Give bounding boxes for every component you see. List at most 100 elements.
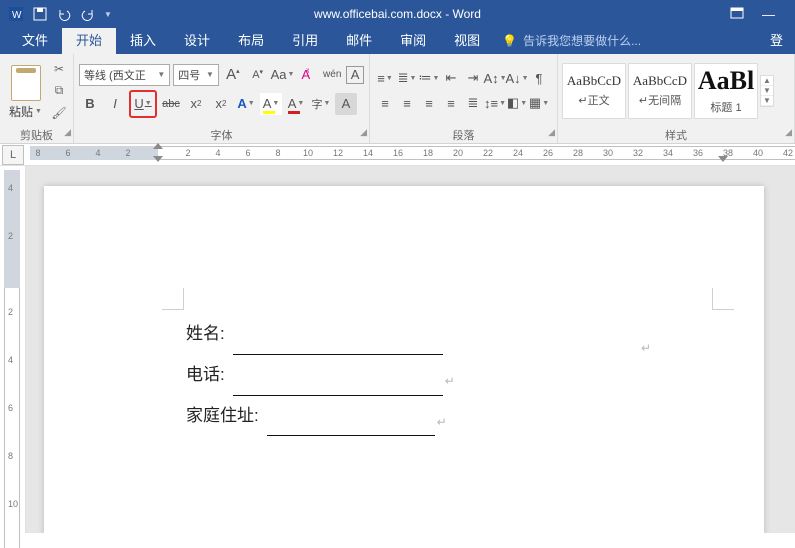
distribute-button[interactable]: ≣ bbox=[463, 93, 483, 113]
bold-button[interactable]: B bbox=[79, 93, 101, 115]
style-sample: AaBbCcD bbox=[633, 73, 687, 89]
page-viewport[interactable]: ↵ 姓名: 电话:↵ 家庭住址:↵ bbox=[26, 166, 795, 533]
underline-input[interactable] bbox=[233, 376, 443, 396]
line-spacing-button[interactable]: ↕≡▼ bbox=[485, 93, 505, 113]
tab-home[interactable]: 开始 bbox=[62, 25, 116, 54]
qat-dropdown-icon[interactable]: ▼ bbox=[104, 10, 112, 19]
tab-design[interactable]: 设计 bbox=[170, 25, 224, 54]
svg-text:W: W bbox=[12, 10, 22, 21]
window-controls: — bbox=[730, 7, 795, 22]
shrink-font-button[interactable]: A▾ bbox=[247, 64, 269, 86]
style-nospacing[interactable]: AaBbCcD ↵无间隔 bbox=[628, 63, 692, 119]
align-center-button[interactable]: ≡ bbox=[397, 93, 417, 113]
login-button[interactable]: 登 bbox=[758, 25, 795, 54]
highlight-button[interactable]: A▼ bbox=[260, 93, 282, 115]
margin-corner-tl bbox=[162, 288, 184, 310]
format-painter-icon[interactable]: 🖌 bbox=[50, 104, 68, 122]
horizontal-ruler[interactable]: 8642246810121416182022242628303234363840… bbox=[30, 144, 795, 162]
tab-references[interactable]: 引用 bbox=[278, 25, 332, 54]
clipboard-launcher-icon[interactable]: ◢ bbox=[64, 127, 71, 138]
field-row: 家庭住址:↵ bbox=[186, 396, 455, 437]
multilevel-button[interactable]: ≔▼ bbox=[419, 68, 439, 88]
superscript-button[interactable]: x2 bbox=[210, 93, 232, 115]
increase-indent-button[interactable]: ⇥ bbox=[463, 68, 483, 88]
numbering-button[interactable]: ≣▼ bbox=[397, 68, 417, 88]
tab-stop-selector[interactable]: L bbox=[2, 145, 24, 165]
word-app-icon: W bbox=[8, 6, 24, 22]
italic-button[interactable]: I bbox=[104, 93, 126, 115]
style-sample: AaBbCcD bbox=[567, 73, 621, 89]
tab-mailings[interactable]: 邮件 bbox=[332, 25, 386, 54]
show-marks-button[interactable]: ¶ bbox=[529, 68, 549, 88]
char-shading-button[interactable]: 字▼ bbox=[310, 93, 332, 115]
styles-launcher-icon[interactable]: ◢ bbox=[785, 127, 792, 138]
margin-corner-tr bbox=[712, 288, 734, 310]
group-font: 等线 (西文正▼ 四号▼ A▴ A▾ Aa▼ Aᵡ wén A B I U▼ a… bbox=[74, 54, 370, 143]
shading-button[interactable]: ◧▼ bbox=[507, 93, 527, 113]
bullets-button[interactable]: ≡▼ bbox=[375, 68, 395, 88]
field-row: 电话:↵ bbox=[186, 355, 455, 396]
tab-insert[interactable]: 插入 bbox=[116, 25, 170, 54]
sort-button[interactable]: A↓▼ bbox=[507, 68, 527, 88]
ribbon-options-icon[interactable] bbox=[730, 7, 744, 22]
field-row: 姓名: bbox=[186, 314, 455, 355]
tab-layout[interactable]: 布局 bbox=[224, 25, 278, 54]
tab-file[interactable]: 文件 bbox=[8, 25, 62, 54]
vertical-ruler[interactable]: 42246810 bbox=[0, 166, 26, 533]
paragraph-launcher-icon[interactable]: ◢ bbox=[548, 127, 555, 138]
justify-button[interactable]: ≡ bbox=[441, 93, 461, 113]
grow-font-button[interactable]: A▴ bbox=[222, 64, 244, 86]
font-size-value: 四号 bbox=[178, 67, 200, 83]
font-name-combo[interactable]: 等线 (西文正▼ bbox=[79, 64, 170, 86]
save-icon[interactable] bbox=[32, 6, 48, 22]
tab-review[interactable]: 审阅 bbox=[386, 25, 440, 54]
chevron-down-icon: ▼ bbox=[248, 100, 255, 107]
underline-button[interactable]: U▼ bbox=[132, 93, 154, 115]
strikethrough-button[interactable]: abc bbox=[160, 93, 182, 115]
clear-format-button[interactable]: Aᵡ bbox=[297, 64, 319, 86]
redo-icon[interactable] bbox=[80, 6, 96, 22]
scroll-up-icon[interactable]: ▲ bbox=[761, 76, 773, 86]
font-launcher-icon[interactable]: ◢ bbox=[360, 127, 367, 138]
text-effects-button[interactable]: A▼ bbox=[235, 93, 257, 115]
font-name-value: 等线 (西文正 bbox=[84, 67, 146, 83]
phonetic-guide-button[interactable]: wén bbox=[321, 64, 343, 86]
tab-view[interactable]: 视图 bbox=[440, 25, 494, 54]
chevron-down-icon: ▼ bbox=[145, 100, 152, 107]
styles-scroll[interactable]: ▲ ▼ ▼ bbox=[760, 75, 774, 107]
document-content[interactable]: 姓名: 电话:↵ 家庭住址:↵ bbox=[186, 314, 455, 436]
font-size-combo[interactable]: 四号▼ bbox=[173, 64, 219, 86]
style-heading1[interactable]: AaBl 标题 1 bbox=[694, 63, 758, 119]
styles-group-label: 样式 bbox=[665, 130, 687, 142]
decrease-indent-button[interactable]: ⇤ bbox=[441, 68, 461, 88]
align-right-button[interactable]: ≡ bbox=[419, 93, 439, 113]
copy-icon[interactable]: ⧉ bbox=[50, 82, 68, 100]
change-case-button[interactable]: Aa▼ bbox=[272, 64, 294, 86]
borders-button[interactable]: ▦▼ bbox=[529, 93, 549, 113]
paste-button[interactable]: 粘贴▼ bbox=[5, 62, 46, 120]
group-clipboard: 粘贴▼ ✂ ⧉ 🖌 剪贴板◢ bbox=[0, 54, 74, 143]
document-title: www.officebai.com.docx - Word bbox=[314, 7, 481, 21]
enclose-char-button[interactable]: A bbox=[335, 93, 357, 115]
styles-more-icon[interactable]: ▼ bbox=[761, 96, 773, 106]
asian-layout-button[interactable]: A↕▼ bbox=[485, 68, 505, 88]
scroll-down-icon[interactable]: ▼ bbox=[761, 86, 773, 96]
minimize-icon[interactable]: — bbox=[762, 7, 775, 22]
tell-me-search[interactable]: 💡 告诉我您想要做什么... bbox=[502, 32, 641, 54]
paragraph-group-label: 段落 bbox=[453, 130, 475, 142]
style-normal[interactable]: AaBbCcD ↵正文 bbox=[562, 63, 626, 119]
group-styles: AaBbCcD ↵正文 AaBbCcD ↵无间隔 AaBl 标题 1 ▲ ▼ ▼… bbox=[558, 54, 795, 143]
underline-input[interactable] bbox=[233, 335, 443, 355]
chevron-down-icon: ▼ bbox=[324, 100, 331, 107]
cut-icon[interactable]: ✂ bbox=[50, 60, 68, 78]
align-left-button[interactable]: ≡ bbox=[375, 93, 395, 113]
undo-icon[interactable] bbox=[56, 6, 72, 22]
lightbulb-icon: 💡 bbox=[502, 34, 517, 48]
style-name: 标题 1 bbox=[710, 102, 741, 114]
underline-input[interactable] bbox=[267, 416, 435, 436]
subscript-button[interactable]: x2 bbox=[185, 93, 207, 115]
char-border-button[interactable]: A bbox=[346, 66, 364, 84]
document-area: 42246810 ↵ 姓名: 电话:↵ 家庭住址:↵ bbox=[0, 166, 795, 533]
font-color-button[interactable]: A▼ bbox=[285, 93, 307, 115]
horizontal-ruler-row: L 86422468101214161820222426283032343638… bbox=[0, 144, 795, 166]
